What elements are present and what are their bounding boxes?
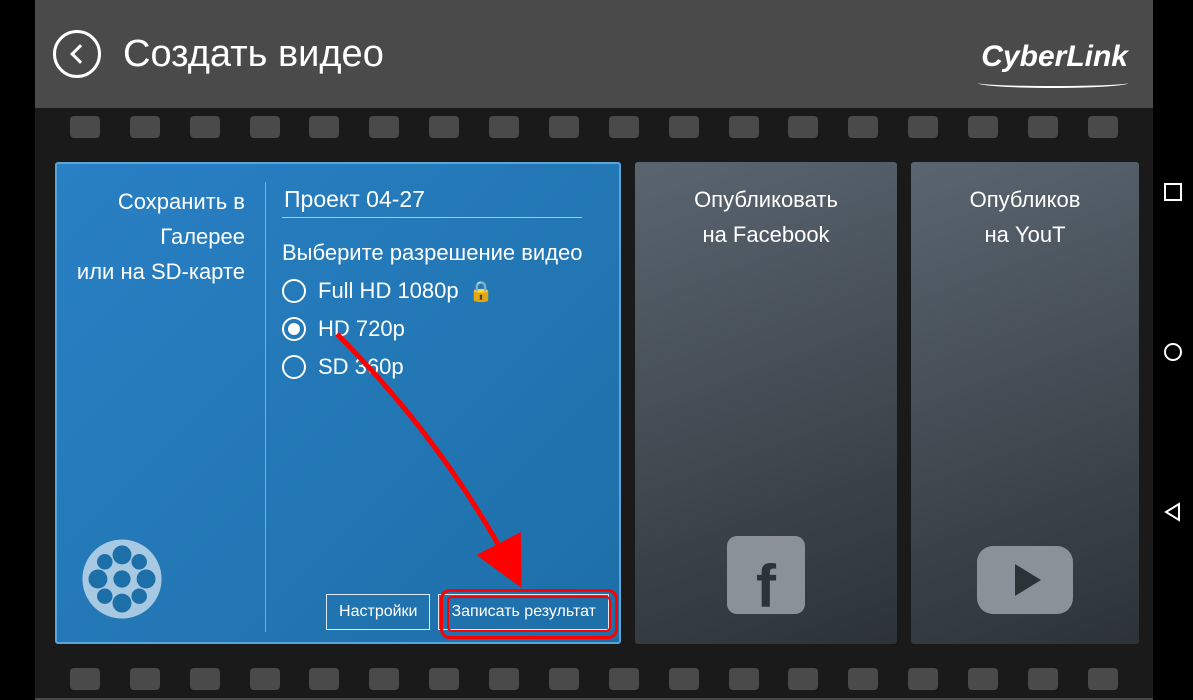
cards-row[interactable]: Сохранить в Галерее или на SD-карте Выбе…	[35, 146, 1153, 660]
back-button[interactable]	[53, 30, 101, 78]
android-nav-bar	[1153, 0, 1193, 700]
record-result-button[interactable]: Записать результат	[438, 594, 609, 630]
logo-swoosh	[978, 78, 1128, 88]
resolution-option-sd[interactable]: SD 360p	[282, 354, 612, 380]
lock-icon: 🔒	[469, 279, 494, 304]
resolution-option-fullhd[interactable]: Full HD 1080p 🔒	[282, 278, 612, 304]
resolution-option-hd[interactable]: HD 720p	[282, 316, 612, 342]
film-reel-icon	[79, 536, 165, 622]
project-name-input[interactable]	[282, 182, 582, 218]
film-strip-bottom	[35, 660, 1153, 698]
save-to-gallery-card[interactable]: Сохранить в Галерее или на SD-карте Выбе…	[55, 162, 621, 644]
publish-youtube-card[interactable]: Опубликов на YouT	[911, 162, 1139, 644]
nav-home-button[interactable]	[1161, 340, 1185, 364]
chevron-left-icon	[70, 44, 90, 64]
youtube-card-label: Опубликов на YouT	[911, 162, 1139, 252]
resolution-heading: Выберите разрешение видео	[282, 240, 612, 266]
radio-icon	[282, 279, 306, 303]
radio-icon	[282, 355, 306, 379]
phone-frame: Создать видео CyberLink Сохранить в Гале…	[0, 0, 1193, 700]
facebook-card-label: Опубликовать на Facebook	[635, 162, 897, 252]
facebook-icon: f	[727, 536, 805, 614]
cyberlink-logo: CyberLink	[981, 40, 1128, 74]
vertical-divider	[265, 182, 266, 632]
save-destination-label: Сохранить в Галерее или на SD-карте	[57, 164, 257, 290]
settings-button[interactable]: Настройки	[326, 594, 430, 630]
app-screen: Создать видео CyberLink Сохранить в Гале…	[35, 0, 1153, 700]
nav-recent-button[interactable]	[1161, 180, 1185, 204]
youtube-icon	[977, 546, 1073, 614]
page-title: Создать видео	[123, 33, 384, 76]
header-bar: Создать видео CyberLink	[35, 0, 1153, 108]
radio-icon-selected	[282, 317, 306, 341]
nav-back-button[interactable]	[1161, 500, 1185, 524]
publish-facebook-card[interactable]: Опубликовать на Facebook f	[635, 162, 897, 644]
film-strip-top	[35, 108, 1153, 146]
